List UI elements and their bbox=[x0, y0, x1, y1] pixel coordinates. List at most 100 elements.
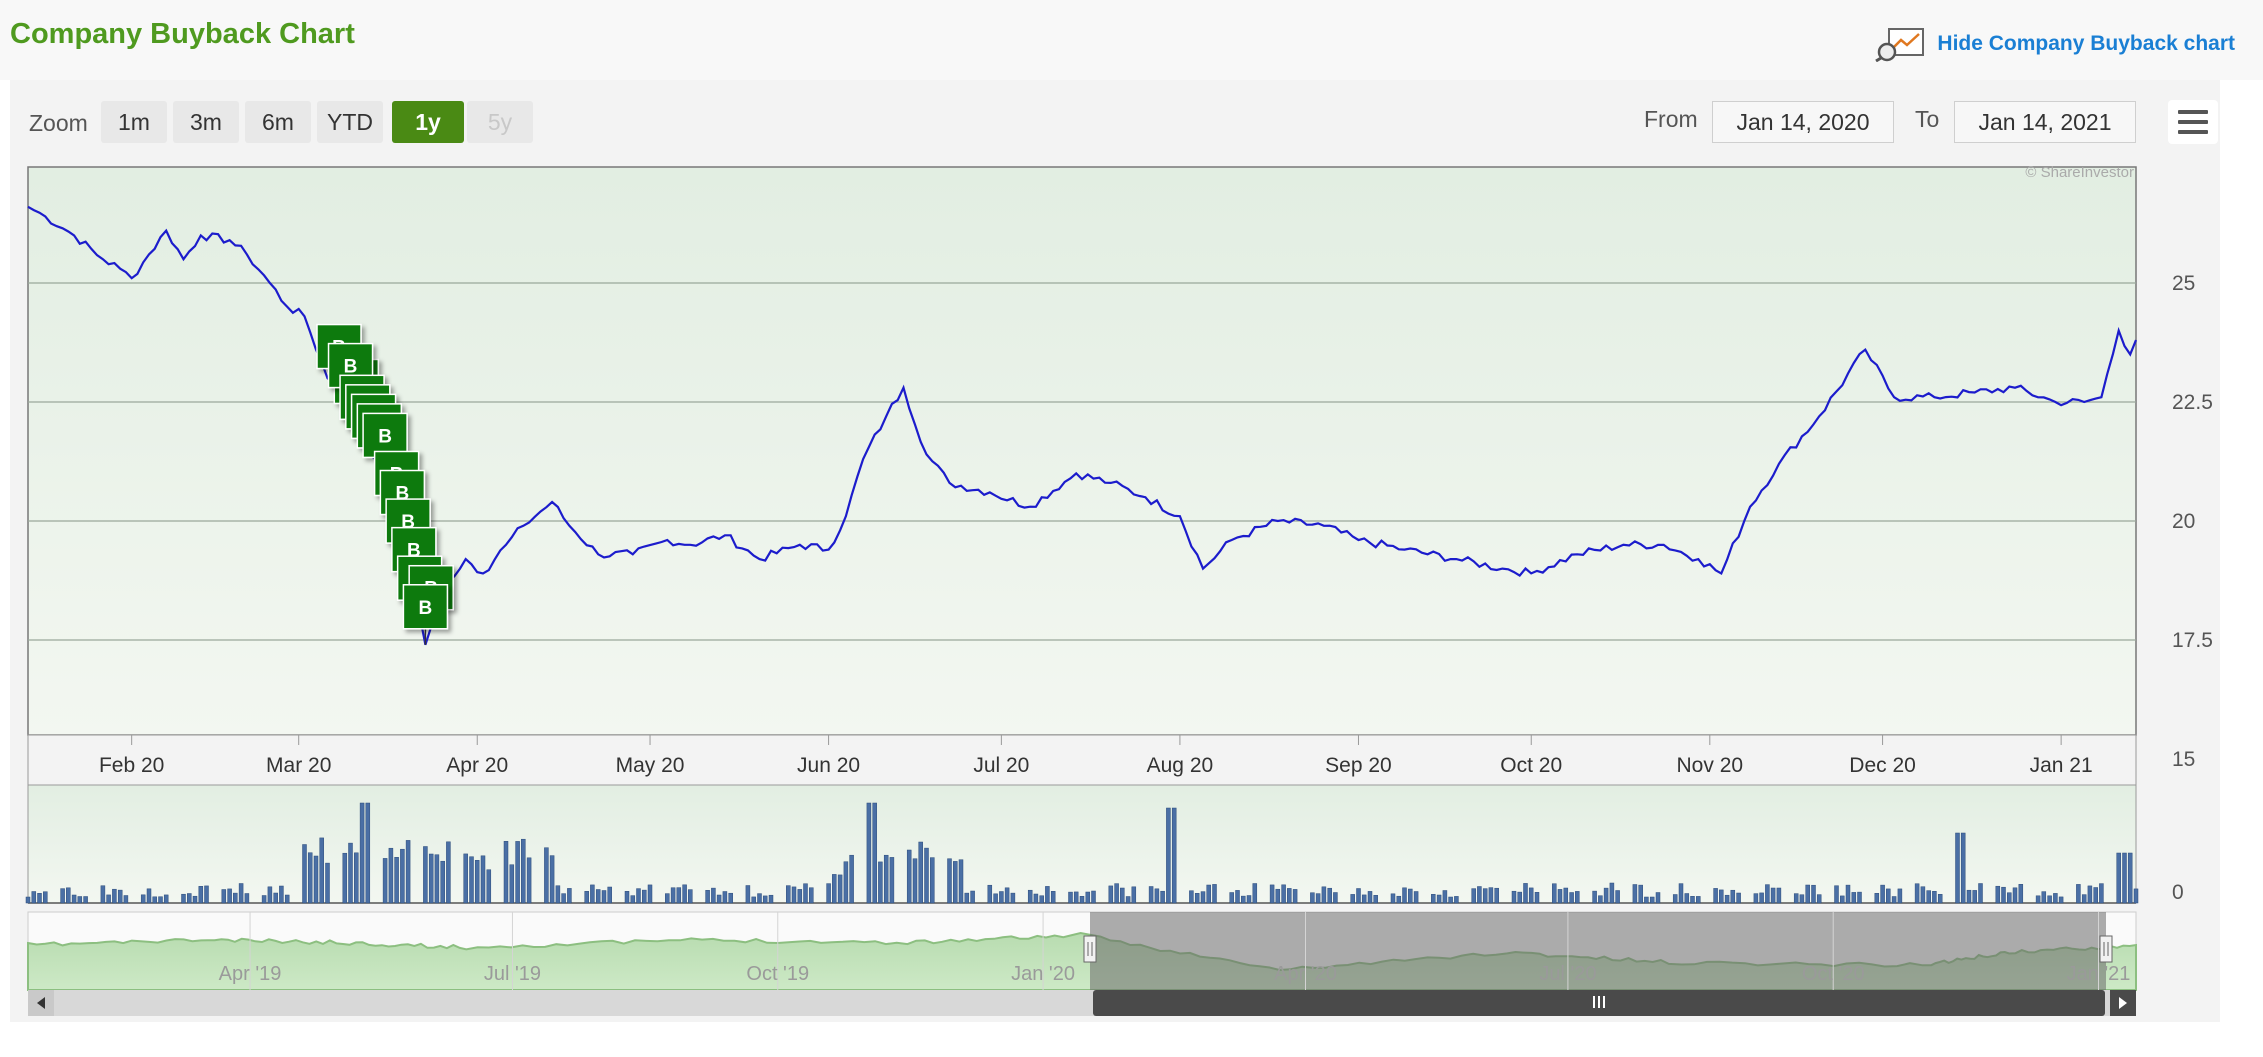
volume-bar bbox=[348, 842, 353, 904]
volume-bar bbox=[313, 855, 319, 904]
scroll-right-button[interactable] bbox=[2110, 990, 2136, 1016]
volume-bar bbox=[1356, 888, 1361, 904]
volume-bar bbox=[1454, 896, 1459, 904]
volume-bar bbox=[1039, 895, 1044, 904]
volume-bar bbox=[198, 886, 204, 904]
navigator-selected-range[interactable] bbox=[1090, 912, 2106, 990]
volume-bar bbox=[642, 889, 647, 904]
volume-bar bbox=[826, 883, 831, 904]
volume-bar bbox=[1033, 893, 1039, 904]
volume-bar bbox=[745, 885, 751, 904]
volume-bar bbox=[1920, 886, 1926, 904]
navigator-tick-label: Jul '20 bbox=[1539, 963, 1596, 985]
volume-bar bbox=[883, 854, 889, 904]
volume-bar bbox=[762, 895, 768, 904]
scroll-left-button[interactable] bbox=[28, 990, 54, 1016]
volume-bar bbox=[354, 852, 359, 904]
volume-bar bbox=[1655, 892, 1661, 904]
y-tick-label: 15 bbox=[2172, 748, 2195, 771]
navigator-handle-right[interactable] bbox=[2099, 935, 2113, 963]
volume-bar bbox=[1575, 891, 1580, 904]
volume-bar bbox=[1027, 889, 1033, 904]
volume-bar bbox=[2127, 852, 2133, 904]
volume-bar bbox=[809, 887, 814, 904]
volume-bar bbox=[1281, 884, 1286, 904]
volume-bar bbox=[1857, 891, 1862, 904]
navigator-tick-label: Jul '19 bbox=[484, 963, 541, 985]
volume-bar bbox=[66, 887, 71, 904]
volume-bar bbox=[2035, 895, 2041, 904]
volume-bar bbox=[1148, 886, 1154, 904]
volume-bar bbox=[837, 874, 843, 904]
navigator-handle-left[interactable] bbox=[1083, 935, 1097, 963]
volume-bar bbox=[1315, 893, 1321, 904]
volume-bar bbox=[1891, 896, 1897, 904]
volume-bar bbox=[25, 896, 31, 904]
volume-bar bbox=[590, 884, 595, 904]
volume-bar bbox=[1719, 889, 1724, 904]
volume-bar bbox=[1759, 892, 1764, 904]
volume-bar bbox=[158, 896, 163, 904]
volume-bar bbox=[521, 838, 526, 904]
volume-bar bbox=[1609, 882, 1615, 904]
buyback-marker-label: B bbox=[419, 598, 433, 619]
volume-bar bbox=[1085, 891, 1091, 904]
volume-bar bbox=[1004, 887, 1010, 904]
x-tick-label: Aug 20 bbox=[1147, 754, 1214, 777]
volume-bar bbox=[2053, 893, 2058, 904]
volume-bar bbox=[192, 895, 198, 904]
buyback-chart: © ShareInvestor 15 17.5 20 22.5 25 Feb 20 Mar… bbox=[25, 164, 2213, 1016]
volume-bar bbox=[1511, 890, 1517, 904]
volume-bar bbox=[1079, 896, 1085, 904]
volume-bar bbox=[768, 894, 774, 904]
volume-bar bbox=[1252, 883, 1258, 904]
volume-bar bbox=[1171, 807, 1177, 904]
volume-bar bbox=[1690, 896, 1695, 904]
volume-bar bbox=[440, 860, 445, 904]
volume-bar bbox=[1914, 883, 1920, 904]
volume-bar bbox=[428, 853, 434, 904]
volume-bar bbox=[1816, 894, 1822, 904]
volume-bar bbox=[394, 857, 399, 904]
volume-bar bbox=[803, 883, 808, 904]
volume-bar bbox=[1361, 894, 1367, 904]
volume-bar bbox=[1638, 884, 1643, 904]
volume-bar bbox=[1592, 890, 1597, 904]
volume-bar bbox=[1793, 893, 1799, 904]
volume-bar bbox=[624, 891, 630, 904]
volume-bar bbox=[2001, 886, 2006, 904]
volume-bar bbox=[1615, 890, 1620, 904]
volume-bar bbox=[43, 891, 48, 904]
volume-bar bbox=[1845, 884, 1851, 904]
volume-bar bbox=[2099, 883, 2104, 904]
volume-bar bbox=[307, 852, 313, 904]
volume-bar bbox=[630, 895, 636, 904]
volume-bar bbox=[1413, 891, 1419, 904]
volume-bar bbox=[1333, 892, 1338, 904]
volume-bar bbox=[342, 852, 348, 904]
volume-bar bbox=[1482, 888, 1488, 904]
volume-bar bbox=[1834, 885, 1839, 904]
navigator-tick-label: Jan '21 bbox=[2067, 963, 2131, 985]
volume-bar bbox=[1937, 894, 1943, 904]
volume-bar bbox=[1765, 884, 1770, 904]
volume-bar bbox=[1131, 886, 1137, 904]
volume-bar bbox=[1310, 892, 1315, 904]
volume-bar bbox=[1632, 884, 1638, 904]
volume-bar bbox=[1206, 884, 1211, 904]
volume-bar bbox=[1557, 889, 1563, 904]
volume-bar bbox=[2018, 884, 2024, 904]
volume-bar bbox=[1517, 891, 1522, 904]
volume-bar bbox=[1494, 887, 1499, 904]
volume-bar bbox=[279, 885, 284, 904]
volume-bar bbox=[1799, 894, 1805, 904]
volume-bar bbox=[665, 893, 670, 904]
volume-bar bbox=[791, 886, 797, 904]
volume-bar bbox=[446, 841, 451, 904]
volume-bar bbox=[1431, 894, 1436, 904]
volume-bar bbox=[1776, 887, 1782, 904]
volume-bar bbox=[676, 887, 682, 904]
volume-bar bbox=[1408, 888, 1413, 904]
volume-bar bbox=[751, 896, 756, 904]
volume-bar bbox=[1125, 896, 1131, 904]
